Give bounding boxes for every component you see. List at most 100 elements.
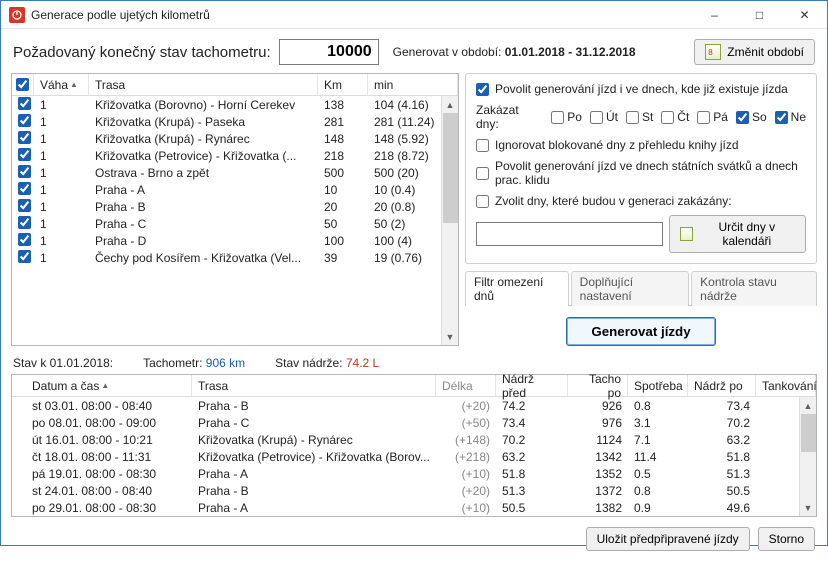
scroll-thumb[interactable]: [443, 113, 458, 223]
table-row[interactable]: st 03.01. 08:00 - 08:40Praha - B(+20)74.…: [12, 397, 816, 414]
change-period-label: Změnit období: [727, 45, 804, 59]
col-tank-before[interactable]: Nádrž před: [496, 375, 568, 396]
table-row[interactable]: 1Praha - B2020 (0.8): [12, 198, 458, 215]
cell-consumption: 0.8: [628, 484, 688, 498]
cell-consumption: 11.4: [628, 450, 688, 464]
col-datetime[interactable]: Datum a čas▲: [12, 375, 192, 396]
window: Generace podle ujetých kilometrů ‒ □ ✕ P…: [0, 0, 828, 546]
app-icon: [9, 7, 25, 23]
table-row[interactable]: po 08.01. 08:00 - 09:00Praha - C(+50)73.…: [12, 414, 816, 431]
period-label: Generovat v období: 01.01.2018 - 31.12.2…: [393, 45, 636, 59]
route-checkbox[interactable]: [18, 182, 31, 195]
table-row[interactable]: 1Praha - D100100 (4): [12, 232, 458, 249]
cell-km: 100: [318, 234, 368, 248]
col-length[interactable]: Délka: [436, 375, 496, 396]
table-row[interactable]: pá 19.01. 08:00 - 08:30Praha - A(+10)51.…: [12, 465, 816, 482]
scroll-thumb[interactable]: [801, 414, 816, 452]
cell-route: Křižovatka (Petrovice) - Křižovatka (...: [89, 149, 318, 163]
scroll-down-icon[interactable]: ▼: [442, 328, 458, 345]
trips-scrollbar[interactable]: ▲ ▼: [799, 397, 816, 516]
cell-length: (+20): [436, 399, 496, 413]
trips-body: st 03.01. 08:00 - 08:40Praha - B(+20)74.…: [12, 397, 816, 516]
col-trip-route[interactable]: Trasa: [192, 375, 436, 396]
route-checkbox[interactable]: [18, 250, 31, 263]
banned-dates-input[interactable]: [476, 222, 663, 246]
col-route[interactable]: Trasa: [89, 74, 318, 95]
day-Út-checkbox[interactable]: [590, 111, 603, 124]
day-Po-checkbox[interactable]: [551, 111, 564, 124]
col-refuel[interactable]: Tankování: [756, 375, 816, 396]
maximize-button[interactable]: □: [737, 1, 782, 29]
scroll-up-icon[interactable]: ▲: [442, 96, 458, 113]
sort-indicator-icon: ▲: [101, 381, 109, 390]
allow-holidays-checkbox[interactable]: [476, 167, 489, 180]
table-row[interactable]: čt 18.01. 08:00 - 11:31Křižovatka (Petro…: [12, 448, 816, 465]
footer: Uložit předpřipravené jízdy Storno: [1, 517, 827, 561]
day-St-checkbox[interactable]: [626, 111, 639, 124]
route-checkbox[interactable]: [18, 233, 31, 246]
cell-route: Křižovatka (Krupá) - Paseka: [89, 115, 318, 129]
table-row[interactable]: 1Křižovatka (Borovno) - Horní Cerekev138…: [12, 96, 458, 113]
table-row[interactable]: út 16.01. 08:00 - 10:21Křižovatka (Krupá…: [12, 431, 816, 448]
col-min[interactable]: min: [368, 74, 458, 95]
calendar-icon: [680, 227, 693, 241]
cancel-button[interactable]: Storno: [758, 527, 815, 551]
table-row[interactable]: 1Praha - C5050 (2): [12, 215, 458, 232]
table-row[interactable]: 1Křižovatka (Krupá) - Paseka281281 (11.2…: [12, 113, 458, 130]
cell-route: Křižovatka (Krupá) - Rynárec: [89, 132, 318, 146]
cell-route: Křižovatka (Krupá) - Rynárec: [192, 433, 436, 447]
status-odo: Tachometr: 906 km: [143, 356, 245, 370]
tab-additional[interactable]: Doplňující nastavení: [571, 271, 689, 306]
change-period-button[interactable]: 8 Změnit období: [694, 39, 815, 65]
day-Pá-checkbox[interactable]: [697, 111, 710, 124]
day-label: Po: [567, 110, 582, 124]
ignore-blocked-label: Ignorovat blokované dny z přehledu knihy…: [495, 138, 739, 152]
close-button[interactable]: ✕: [782, 1, 827, 29]
cell-km: 218: [318, 149, 368, 163]
day-Čt-checkbox[interactable]: [661, 111, 674, 124]
cell-route: Praha - B: [192, 484, 436, 498]
route-checkbox[interactable]: [18, 199, 31, 212]
route-checkbox[interactable]: [18, 131, 31, 144]
cell-consumption: 7.1: [628, 433, 688, 447]
cell-odo-after: 1124: [568, 433, 628, 447]
table-row[interactable]: 1Křižovatka (Krupá) - Rynárec148148 (5.9…: [12, 130, 458, 147]
pick-days-checkbox[interactable]: [476, 195, 489, 208]
col-tank-after[interactable]: Nádrž po: [688, 375, 756, 396]
route-checkbox[interactable]: [18, 165, 31, 178]
table-row[interactable]: 1Ostrava - Brno a zpět500500 (20): [12, 164, 458, 181]
save-prepared-button[interactable]: Uložit předpřipravené jízdy: [586, 527, 750, 551]
day-Ne-checkbox[interactable]: [775, 111, 788, 124]
table-row[interactable]: 1Praha - A1010 (0.4): [12, 181, 458, 198]
scroll-up-icon[interactable]: ▲: [800, 397, 816, 414]
allow-existing-checkbox[interactable]: [476, 83, 489, 96]
col-km[interactable]: Km: [318, 74, 368, 95]
options-panel: Povolit generování jízd i ve dnech, kde …: [465, 73, 817, 346]
tab-filter-days[interactable]: Filtr omezení dnů: [465, 271, 569, 306]
minimize-button[interactable]: ‒: [692, 1, 737, 29]
routes-scrollbar[interactable]: ▲ ▼: [441, 96, 458, 345]
route-checkbox[interactable]: [18, 148, 31, 161]
col-consumption[interactable]: Spotřeba: [628, 375, 688, 396]
scroll-down-icon[interactable]: ▼: [800, 499, 816, 516]
select-all-checkbox[interactable]: [16, 78, 29, 91]
route-checkbox[interactable]: [18, 114, 31, 127]
col-weight[interactable]: Váha▲: [34, 74, 89, 95]
tab-tank-check[interactable]: Kontrola stavu nádrže: [691, 271, 817, 306]
ignore-blocked-checkbox[interactable]: [476, 139, 489, 152]
table-row[interactable]: st 24.01. 08:00 - 08:40Praha - B(+20)51.…: [12, 482, 816, 499]
table-row[interactable]: 1Čechy pod Kosířem - Křižovatka (Vel...3…: [12, 249, 458, 266]
cell-odo-after: 976: [568, 416, 628, 430]
calendar-pick-button[interactable]: Určit dny v kalendáři: [669, 215, 806, 253]
cell-consumption: 0.8: [628, 399, 688, 413]
route-checkbox[interactable]: [18, 216, 31, 229]
route-checkbox[interactable]: [18, 97, 31, 110]
day-So-checkbox[interactable]: [736, 111, 749, 124]
col-odo-after[interactable]: Tacho po: [568, 375, 628, 396]
calendar-pick-label: Určit dny v kalendáři: [699, 220, 795, 248]
generate-button[interactable]: Generovat jízdy: [566, 317, 715, 346]
col-checkbox[interactable]: [12, 74, 34, 95]
table-row[interactable]: 1Křižovatka (Petrovice) - Křižovatka (..…: [12, 147, 458, 164]
odometer-target-input[interactable]: [279, 39, 379, 65]
table-row[interactable]: po 29.01. 08:00 - 08:30Praha - A(+10)50.…: [12, 499, 816, 516]
